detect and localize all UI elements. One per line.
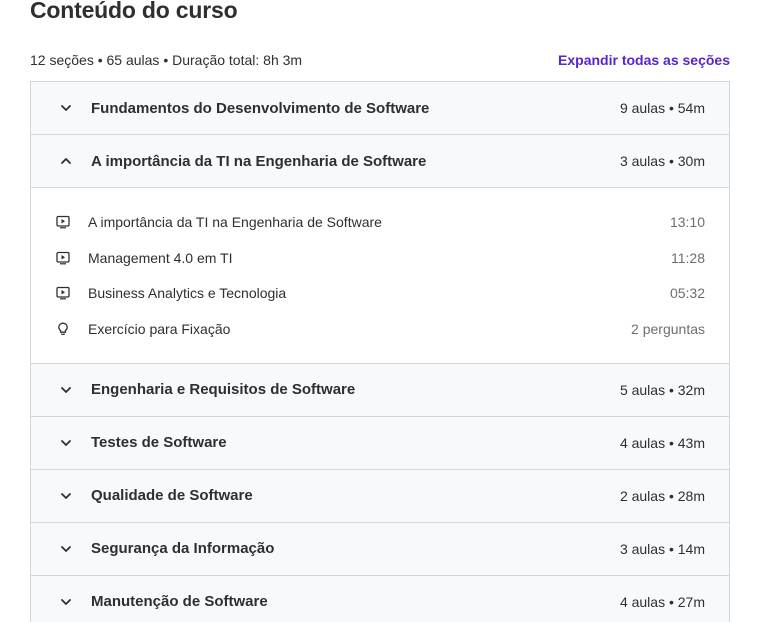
video-icon [56, 286, 88, 300]
section-title: Manutenção de Software [91, 593, 268, 611]
expand-all-button[interactable]: Expandir todas as seções [558, 52, 730, 68]
section-info: 3 aulas • 14m [619, 540, 705, 557]
section-title: Engenharia e Requisitos de Software [91, 381, 356, 399]
chevron-down-icon [59, 433, 81, 453]
section-header[interactable]: Qualidade de Software 2 aulas • 28m [31, 469, 729, 523]
section-title: Segurança da Informação [91, 540, 275, 558]
chevron-down-icon [59, 380, 81, 400]
video-icon [56, 251, 88, 265]
lecture-list: A importância da TI na Engenharia de Sof… [31, 188, 729, 364]
curriculum-summary: 12 seções • 65 aulas • Duração total: 8h… [30, 52, 303, 68]
video-icon [56, 215, 88, 229]
section-title: Fundamentos do Desenvolvimento de Softwa… [91, 99, 430, 117]
section-info: 3 aulas • 30m [619, 153, 705, 169]
lecture-duration: 11:28 [671, 249, 705, 266]
chevron-up-icon [59, 151, 81, 171]
lecture-duration: 2 perguntas [631, 320, 705, 337]
section-title: A importância da TI na Engenharia de Sof… [91, 152, 427, 170]
lecture-duration: 13:10 [669, 213, 705, 230]
lecture-item[interactable]: Business Analytics e Tecnologia 05:32 [55, 275, 705, 311]
lecture-title: A importância da TI na Engenharia de Sof… [88, 213, 382, 230]
section-title: Testes de Software [91, 434, 227, 452]
lecture-title: Business Analytics e Tecnologia [88, 285, 287, 302]
section-header[interactable]: Manutenção de Software 4 aulas • 27m [31, 575, 729, 622]
section-header[interactable]: Engenharia e Requisitos de Software 5 aul… [31, 363, 729, 417]
lecture-item[interactable]: Management 4.0 em TI 11:28 [55, 240, 705, 276]
section-info: 9 aulas • 54m [619, 100, 705, 116]
section-header[interactable]: A importância da TI na Engenharia de Sof… [31, 135, 729, 188]
lecture-title: Exercício para Fixação [88, 320, 231, 337]
lecture-duration: 05:32 [669, 285, 705, 302]
chevron-down-icon [59, 592, 81, 612]
section-title: Qualidade de Software [91, 487, 253, 505]
lecture-title: Management 4.0 em TI [88, 249, 233, 266]
curriculum-accordion: Fundamentos do Desenvolvimento de Softwa… [30, 81, 730, 622]
page-title: Conteúdo do curso [30, 0, 238, 23]
chevron-down-icon [59, 98, 81, 118]
chevron-down-icon [59, 486, 81, 506]
lecture-item[interactable]: Exercício para Fixação 2 perguntas [55, 311, 705, 347]
section-info: 5 aulas • 32m [619, 381, 705, 398]
chevron-down-icon [59, 539, 81, 559]
course-content-page: Conteúdo do curso 12 seções • 65 aulas •… [0, 0, 760, 622]
section-info: 4 aulas • 27m [619, 593, 705, 610]
section-header[interactable]: Segurança da Informação 3 aulas • 14m [31, 522, 729, 576]
lightbulb-icon [56, 322, 88, 336]
lecture-item[interactable]: A importância da TI na Engenharia de Sof… [55, 204, 705, 240]
section-header[interactable]: Testes de Software 4 aulas • 43m [31, 416, 729, 470]
section-info: 4 aulas • 43m [619, 434, 705, 451]
curriculum-meta: 12 seções • 65 aulas • Duração total: 8h… [30, 52, 730, 68]
section-header[interactable]: Fundamentos do Desenvolvimento de Softwa… [31, 82, 729, 135]
section-info: 2 aulas • 28m [619, 487, 705, 504]
